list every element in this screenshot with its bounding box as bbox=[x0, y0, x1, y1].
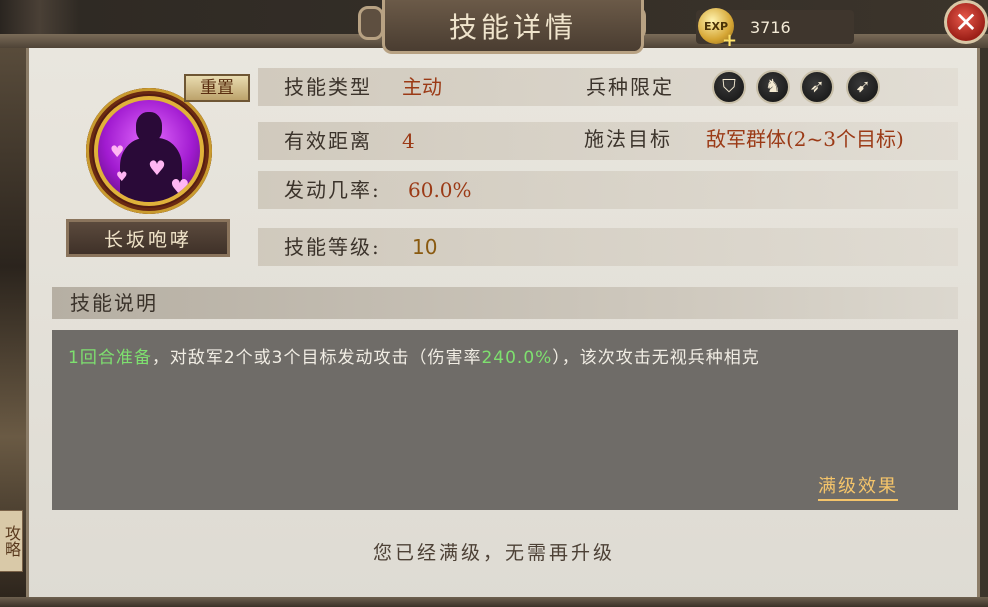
prep-turns-text: 1回合准备 bbox=[68, 348, 152, 368]
heart-icon: ♥ bbox=[148, 156, 166, 180]
shield-icon: ⛉ bbox=[712, 70, 746, 104]
skill-type-label: 技能类型 bbox=[284, 75, 372, 99]
level-value: 10 bbox=[412, 235, 438, 259]
panel-bottom-rail bbox=[0, 597, 988, 607]
troop-limit-label: 兵种限定 bbox=[586, 75, 674, 99]
skill-name-plate: 长坂咆哮 bbox=[66, 219, 230, 257]
chance-value: 60.0% bbox=[408, 178, 472, 202]
page-title: 技能详情 bbox=[448, 10, 577, 44]
close-button[interactable]: ✕ bbox=[944, 0, 988, 44]
silhouette-head bbox=[136, 112, 162, 142]
description-header bbox=[52, 287, 958, 319]
horse-icon: ♞ bbox=[756, 70, 790, 104]
range-value: 4 bbox=[402, 129, 415, 153]
damage-rate-text: 240.0% bbox=[481, 348, 553, 368]
range-label: 有效距离 bbox=[284, 129, 372, 153]
description-tail: ），该次攻击无视兵种相克 bbox=[552, 348, 760, 368]
chance-label: 发动几率: bbox=[284, 178, 381, 202]
heart-icon: ♥ bbox=[170, 176, 190, 201]
description-body: ，对敌军2个或3个目标发动攻击（伤害率 bbox=[151, 348, 482, 368]
heart-icon: ♥ bbox=[110, 142, 125, 161]
target-value: 敌军群体(2~3个目标) bbox=[706, 127, 904, 151]
full-level-effect-link[interactable]: 满级效果 bbox=[818, 472, 898, 501]
skill-portrait-icon: ♥ ♥ ♥ ♥ bbox=[94, 96, 204, 206]
title-knot-left bbox=[358, 6, 384, 40]
exp-value: 3716 bbox=[750, 18, 791, 37]
title-plaque: 技能详情 bbox=[382, 0, 644, 54]
level-label: 技能等级: bbox=[284, 235, 381, 259]
max-level-message: 您已经满级，无需再升级 bbox=[372, 542, 615, 564]
spear-icon: ➶ bbox=[800, 70, 834, 104]
bow-icon: ➹ bbox=[846, 70, 880, 104]
heart-icon: ♥ bbox=[116, 170, 128, 185]
description-text: 1回合准备，对敌军2个或3个目标发动攻击（伤害率240.0%），该次攻击无视兵种… bbox=[68, 343, 760, 368]
close-icon: ✕ bbox=[954, 5, 978, 39]
target-label: 施法目标 bbox=[584, 127, 672, 151]
exp-add-icon[interactable]: + bbox=[722, 30, 737, 51]
skill-type-value: 主动 bbox=[402, 75, 442, 99]
description-title: 技能说明 bbox=[70, 291, 158, 315]
reset-button[interactable]: 重置 bbox=[184, 74, 250, 102]
